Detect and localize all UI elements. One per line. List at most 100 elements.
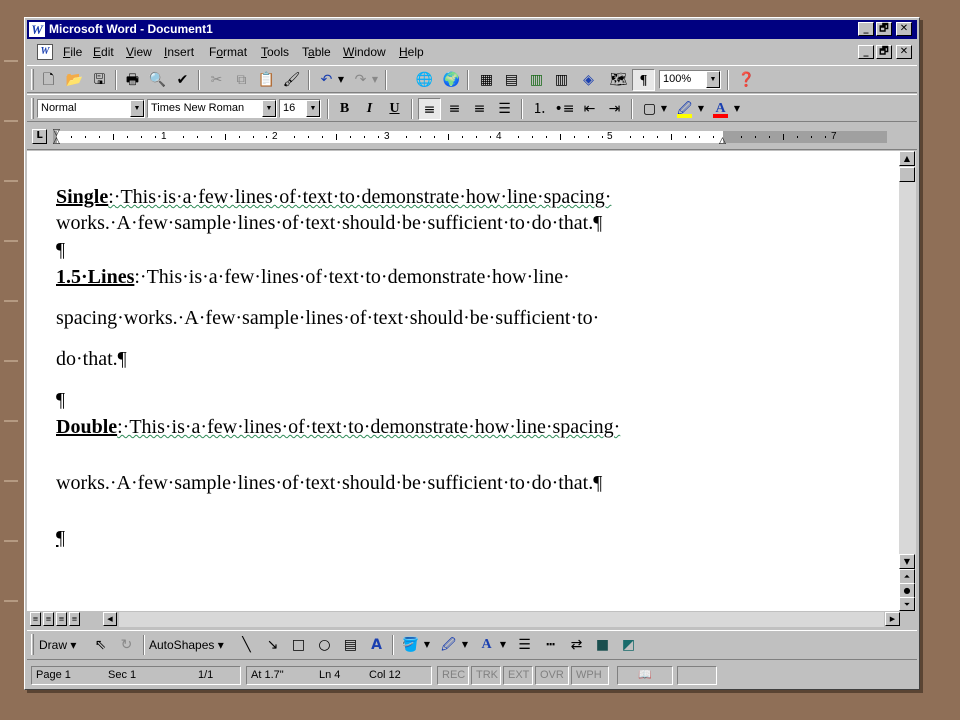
previous-page-icon[interactable]: ⏶ xyxy=(899,569,915,584)
close-button[interactable]: ✕ xyxy=(896,22,912,36)
menu-table[interactable]: Table xyxy=(302,45,331,59)
spelling-icon[interactable]: ✔ xyxy=(171,69,194,91)
draw-menu-button[interactable]: Draw ▾ xyxy=(39,634,85,656)
font-color-dropdown-icon[interactable]: ▼ xyxy=(731,98,743,120)
menu-tools[interactable]: Tools xyxy=(261,45,289,59)
status-ovr[interactable]: OVR xyxy=(535,666,569,685)
menu-edit[interactable]: Edit xyxy=(93,45,114,59)
new-document-icon[interactable]: 🗋 xyxy=(37,69,60,91)
scroll-thumb[interactable] xyxy=(899,167,915,182)
cut-icon[interactable]: ✂ xyxy=(205,69,228,91)
style-select[interactable]: Normal ▼ xyxy=(37,99,145,118)
chevron-down-icon[interactable]: ▼ xyxy=(262,100,276,117)
menu-format[interactable]: Format xyxy=(209,45,247,59)
web-toolbar-icon[interactable]: 🌍 xyxy=(440,69,463,91)
insert-hyperlink-icon[interactable]: 🌐 xyxy=(413,69,436,91)
copy-icon[interactable]: ⧉ xyxy=(230,69,253,91)
toolbar-grip[interactable] xyxy=(31,98,34,119)
bold-button[interactable]: B xyxy=(333,98,356,120)
redo-dropdown-icon[interactable]: ▼ xyxy=(369,69,381,91)
line-icon[interactable]: ╲ xyxy=(235,634,258,656)
doc-minimize-button[interactable]: _ xyxy=(858,45,874,59)
left-indent-icon[interactable]: △ xyxy=(53,137,60,146)
zoom-select[interactable]: 100% ▼ xyxy=(659,70,721,89)
arrow-style-icon[interactable]: ⇄ xyxy=(565,634,588,656)
next-page-icon[interactable]: ⏷ xyxy=(899,597,915,611)
dash-style-icon[interactable]: ┅ xyxy=(539,634,562,656)
line-style-icon[interactable]: ☰ xyxy=(513,634,536,656)
scroll-up-icon[interactable]: ▲ xyxy=(899,151,915,166)
decrease-indent-icon[interactable]: ⇤ xyxy=(578,98,601,120)
select-objects-icon[interactable]: ⇖ xyxy=(89,634,112,656)
vertical-scrollbar[interactable]: ▲ ▼ ⏶ ● ⏷ xyxy=(899,151,916,611)
line-color-icon[interactable]: 🖉 xyxy=(437,634,460,656)
save-disk-icon[interactable]: 🖫 xyxy=(88,69,111,91)
menu-insert[interactable]: Insert xyxy=(164,45,194,59)
drawing-icon[interactable]: ◈ xyxy=(577,69,600,91)
scroll-left-icon[interactable]: ◀ xyxy=(103,612,117,626)
chevron-down-icon[interactable]: ▼ xyxy=(706,71,720,88)
chevron-down-icon[interactable]: ▼ xyxy=(306,100,320,117)
status-position[interactable]: At 1.7" Ln 4 Col 12 xyxy=(246,666,432,685)
tab-selector[interactable]: L xyxy=(32,129,47,144)
select-browse-object-icon[interactable]: ● xyxy=(899,583,915,598)
menu-window[interactable]: Window xyxy=(343,45,386,59)
toolbar-grip[interactable] xyxy=(31,69,34,90)
text-box-icon[interactable]: ▤ xyxy=(339,634,362,656)
chevron-down-icon[interactable]: ▼ xyxy=(130,100,144,117)
status-rec[interactable]: REC xyxy=(437,666,469,685)
insert-table-icon[interactable]: ▤ xyxy=(500,69,523,91)
align-left-icon[interactable]: ≡ xyxy=(418,98,441,120)
oval-icon[interactable]: ○ xyxy=(313,634,336,656)
doc-close-button[interactable]: ✕ xyxy=(896,45,912,59)
3d-icon[interactable]: ◩ xyxy=(617,634,640,656)
highlight-icon[interactable]: 🖉 xyxy=(673,98,696,120)
font-color-icon[interactable]: A xyxy=(709,98,732,120)
line-color-dropdown-icon[interactable]: ▼ xyxy=(459,634,471,656)
document-page[interactable]: Single:·This·is·a·few·lines·of·text·to·d… xyxy=(27,151,899,611)
wordart-icon[interactable]: A xyxy=(365,634,388,656)
align-right-icon[interactable]: ≡ xyxy=(468,98,491,120)
print-preview-icon[interactable]: 🔍 xyxy=(146,69,169,91)
spelling-status-icon[interactable]: 📖 xyxy=(617,666,673,685)
numbering-icon[interactable]: ⒈ xyxy=(528,98,551,120)
title-bar[interactable]: W Microsoft Word - Document1 _ 🗗 ✕ xyxy=(27,20,917,39)
horizontal-ruler[interactable]: L ▽ △ △ 1 2 3 4 5 6 7 xyxy=(27,122,917,150)
borders-dropdown-icon[interactable]: ▼ xyxy=(658,98,670,120)
status-trk[interactable]: TRK xyxy=(471,666,501,685)
scroll-right-icon[interactable]: ▶ xyxy=(885,612,900,626)
office-assistant-icon[interactable]: ❓ xyxy=(735,69,758,91)
open-folder-icon[interactable]: 📂 xyxy=(63,69,86,91)
print-layout-view-icon[interactable]: ≡ xyxy=(56,612,67,626)
rectangle-icon[interactable]: □ xyxy=(287,634,310,656)
columns-icon[interactable]: ▥ xyxy=(550,69,573,91)
normal-view-icon[interactable]: ≡ xyxy=(30,612,41,626)
status-wph[interactable]: WPH xyxy=(571,666,609,685)
web-layout-view-icon[interactable]: ≡ xyxy=(43,612,54,626)
scroll-down-icon[interactable]: ▼ xyxy=(899,554,915,569)
menu-file[interactable]: File xyxy=(63,45,82,59)
font-color-icon[interactable]: A xyxy=(475,634,498,656)
menu-view[interactable]: View xyxy=(126,45,152,59)
outline-view-icon[interactable]: ≡ xyxy=(69,612,80,626)
increase-indent-icon[interactable]: ⇥ xyxy=(603,98,626,120)
restore-button[interactable]: 🗗 xyxy=(876,22,892,36)
horizontal-scrollbar[interactable] xyxy=(119,612,884,627)
fill-color-dropdown-icon[interactable]: ▼ xyxy=(421,634,433,656)
toolbar-grip[interactable] xyxy=(31,634,34,655)
bullets-icon[interactable]: •≡ xyxy=(553,98,576,120)
autoshapes-menu-button[interactable]: AutoShapes ▾ xyxy=(149,634,231,656)
status-page-section[interactable]: Page 1 Sec 1 1/1 xyxy=(31,666,241,685)
word-logo-icon[interactable]: W xyxy=(29,22,45,37)
font-color-dropdown-icon[interactable]: ▼ xyxy=(497,634,509,656)
center-icon[interactable]: ≡ xyxy=(443,98,466,120)
underline-button[interactable]: U xyxy=(383,98,406,120)
font-size-select[interactable]: 16 ▼ xyxy=(279,99,321,118)
document-icon[interactable]: W xyxy=(37,44,53,60)
insert-excel-icon[interactable]: ▥ xyxy=(525,69,548,91)
print-icon[interactable]: 🖶 xyxy=(121,69,144,91)
tables-borders-icon[interactable]: ▦ xyxy=(475,69,498,91)
justify-icon[interactable]: ☰ xyxy=(493,98,516,120)
paste-icon[interactable]: 📋 xyxy=(255,69,278,91)
document-map-icon[interactable]: 🗺 xyxy=(607,69,630,91)
